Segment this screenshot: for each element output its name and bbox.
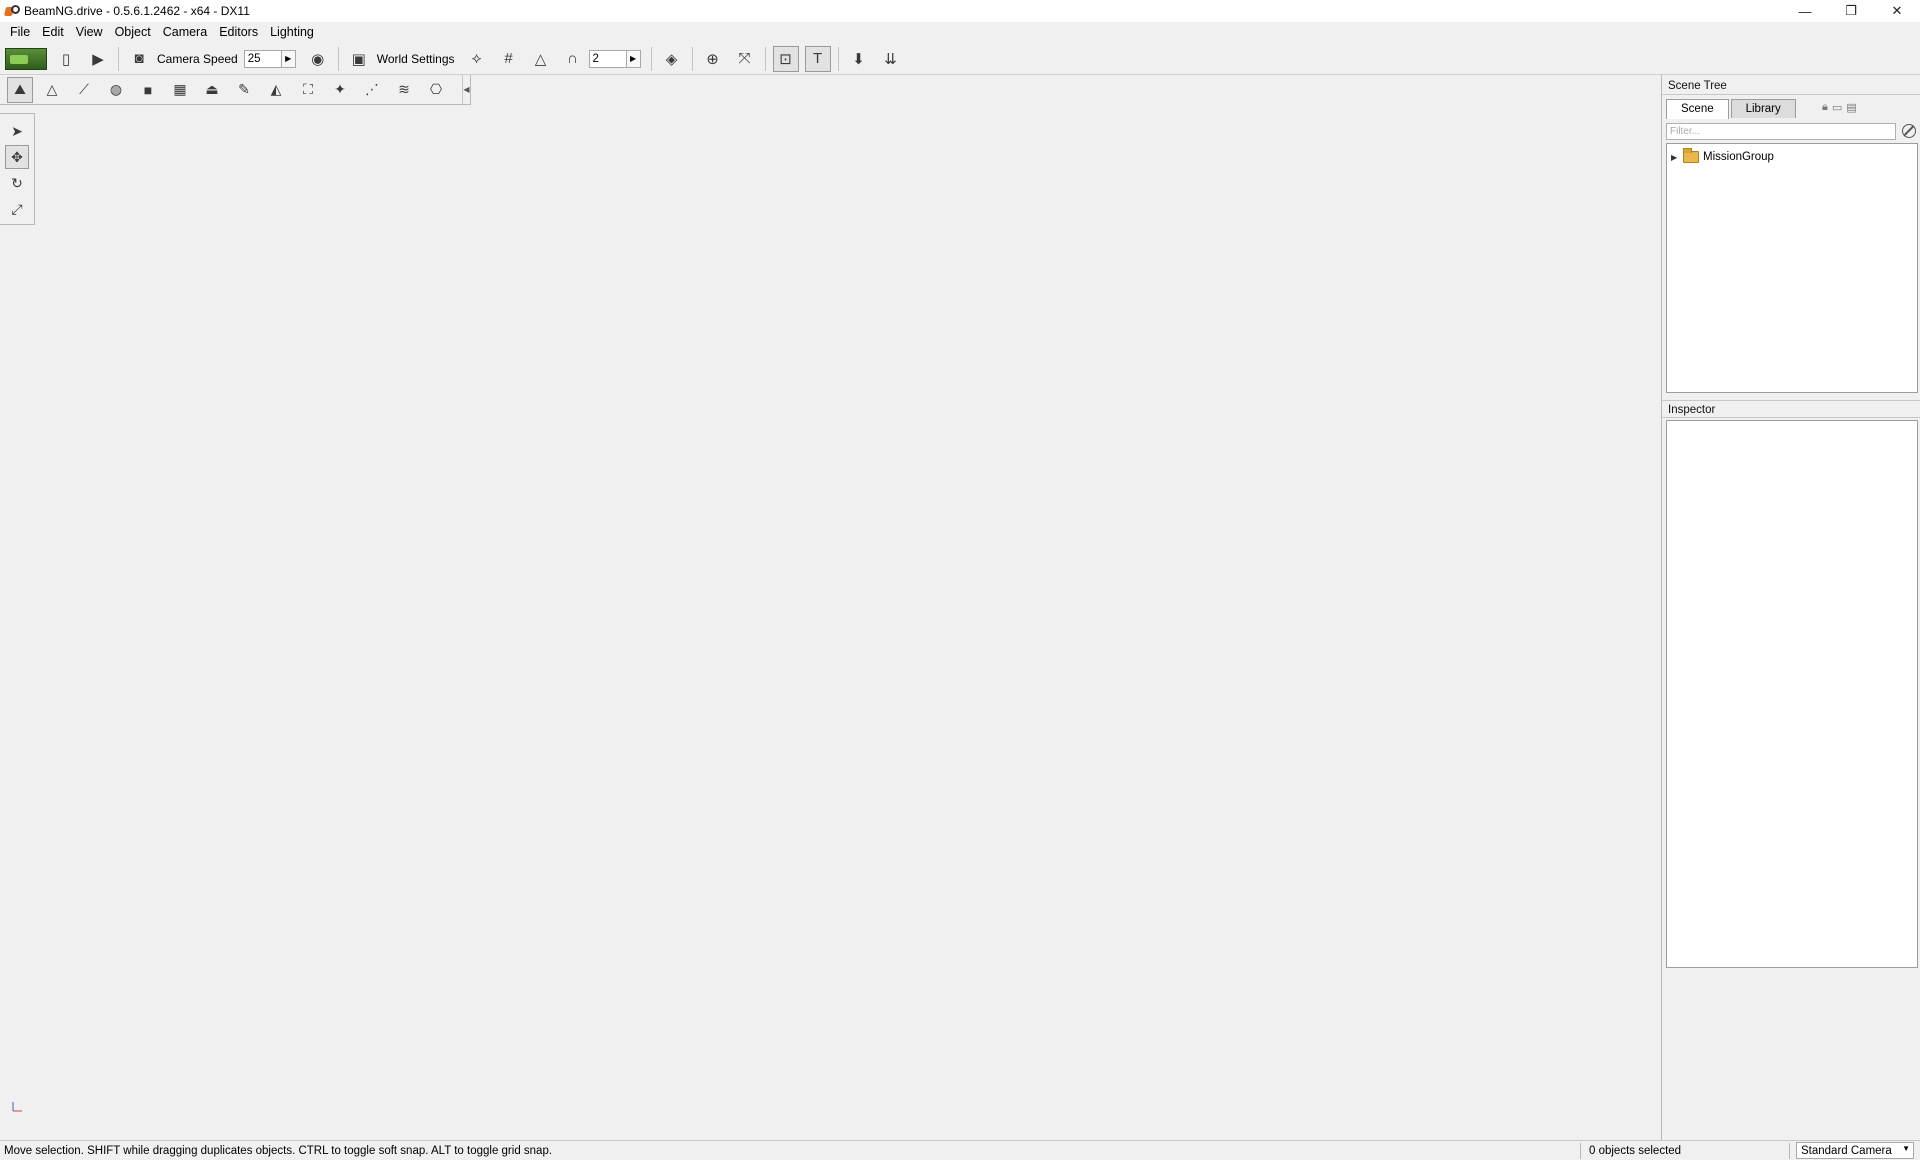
- new-folder-icon[interactable]: ▭: [1832, 101, 1842, 114]
- minimize-button[interactable]: —: [1782, 0, 1828, 22]
- inspector-panel: [1666, 420, 1918, 968]
- select-box-icon[interactable]: ⊡: [772, 45, 799, 72]
- mission-area-editor-icon[interactable]: ⛶: [295, 77, 321, 103]
- datablock-editor-icon[interactable]: ▦: [167, 77, 193, 103]
- road-editor-icon[interactable]: ⋰: [359, 77, 385, 103]
- right-panel: Scene Tree Scene Library 🔒︎ ▭ ▤ Filter..…: [1661, 75, 1920, 1140]
- object-axis-icon[interactable]: ⤧: [732, 46, 758, 72]
- title-bar: BeamNG.drive - 0.5.6.1.2462 - x64 - DX11…: [0, 0, 1920, 22]
- restore-button[interactable]: ❐: [1828, 0, 1874, 22]
- magnet-icon[interactable]: ∩: [560, 46, 586, 72]
- visibility-eye-icon[interactable]: ◉: [305, 46, 331, 72]
- grid-size-input[interactable]: 2: [588, 49, 627, 68]
- menu-lighting[interactable]: Lighting: [264, 22, 320, 43]
- grid-snap-icon[interactable]: #: [496, 46, 522, 72]
- chevron-down-icon: ▼: [1902, 1144, 1910, 1153]
- expand-arrow-icon[interactable]: ▶: [1671, 153, 1681, 162]
- world-settings-button[interactable]: World Settings: [377, 52, 455, 66]
- object-bounds-icon[interactable]: ◈: [659, 46, 685, 72]
- 3d-viewport[interactable]: Window Snip: [0, 75, 1661, 1140]
- toolbar-divider: [764, 46, 766, 71]
- menu-file[interactable]: File: [4, 22, 36, 43]
- tree-item-missiongroup[interactable]: ▶ MissionGroup: [1667, 148, 1917, 166]
- axis-gizmo-icon: [12, 1102, 22, 1112]
- toolbar-divider: [691, 46, 693, 71]
- save-mission-icon[interactable]: ▯: [53, 46, 79, 72]
- menu-edit[interactable]: Edit: [36, 22, 70, 43]
- shape-editor-icon[interactable]: ⎔: [423, 77, 449, 103]
- scene-tree-actions: 🔒︎ ▭ ▤: [1822, 101, 1857, 114]
- beamng-app-icon: [4, 4, 20, 18]
- terrain-scene: [0, 208, 1661, 1140]
- window-controls: — ❐ ✕: [1782, 0, 1920, 22]
- toolbar-divider: [650, 46, 652, 71]
- menu-bar: File Edit View Object Camera Editors Lig…: [0, 22, 1920, 43]
- camera-speed-input[interactable]: 25: [243, 49, 282, 68]
- grid-size-arrow[interactable]: ▶: [626, 49, 641, 68]
- play-game-button[interactable]: [5, 47, 47, 70]
- collapse-toolbar-arrow[interactable]: ◀: [462, 74, 470, 105]
- terrain-snap-icon[interactable]: △: [528, 46, 554, 72]
- tab-library[interactable]: Library: [1730, 99, 1796, 118]
- clear-filter-icon[interactable]: [1902, 124, 1916, 138]
- scene-tree-tabs: Scene Library: [1666, 99, 1798, 119]
- window-title: BeamNG.drive - 0.5.6.1.2462 - x64 - DX11: [24, 4, 250, 18]
- folder-icon: [1683, 148, 1699, 163]
- tab-scene[interactable]: Scene: [1666, 99, 1729, 119]
- vehicle[interactable]: [1181, 494, 1251, 522]
- rotate-gizmo-icon[interactable]: ↻: [5, 171, 29, 195]
- menu-view[interactable]: View: [70, 22, 109, 43]
- menu-editors[interactable]: Editors: [213, 22, 264, 43]
- status-divider: [1789, 1142, 1790, 1159]
- drop-at-camera-icon[interactable]: ⇊: [878, 46, 904, 72]
- tree-item-label: MissionGroup: [1703, 151, 1774, 163]
- camera-speed-label: Camera Speed: [157, 51, 238, 66]
- scene-tree-list: ▶ MissionGroup: [1666, 143, 1918, 393]
- scale-gizmo-icon[interactable]: ⤢: [5, 197, 29, 221]
- screenshot-icon[interactable]: ▣: [346, 46, 372, 72]
- play-icon[interactable]: ▶: [85, 46, 111, 72]
- close-button[interactable]: ✕: [1874, 0, 1920, 22]
- sketch-tool-icon[interactable]: ■: [135, 77, 161, 103]
- camera-speed-arrow[interactable]: ▶: [281, 49, 296, 68]
- forest-editor-icon[interactable]: ✎: [231, 77, 257, 103]
- gizmo-palette: ➤ ✥ ↻ ⤢: [0, 113, 35, 225]
- editor-tools-bar: ⛰ △ ⟋ ◍ ■ ▦ ⏏ ✎ ◭ ⛶ ✦ ⋰ ≋ ⎔ ◀: [0, 74, 471, 105]
- decal-editor-icon[interactable]: ⏏: [199, 77, 225, 103]
- terrain-editor-icon[interactable]: △: [39, 77, 65, 103]
- camera-icon[interactable]: ◙: [126, 46, 152, 72]
- status-message: Move selection. SHIFT while dragging dup…: [4, 1144, 553, 1157]
- select-arrow-icon[interactable]: ➤: [5, 119, 29, 143]
- material-editor-icon[interactable]: ◍: [103, 77, 129, 103]
- scene-tree-title: Scene Tree: [1662, 77, 1920, 95]
- object-editor-icon[interactable]: ⛰: [7, 76, 33, 103]
- snap-icon[interactable]: ⟡: [464, 46, 490, 72]
- mesh-road-editor-icon[interactable]: ◭: [263, 77, 289, 103]
- camera-mode-value: Standard Camera: [1801, 1144, 1892, 1157]
- selected-count: 0 objects selected: [1589, 1144, 1682, 1157]
- delete-icon[interactable]: ▤: [1846, 101, 1856, 114]
- terrain-painter-icon[interactable]: ⟋: [71, 77, 97, 103]
- scene-filter-input[interactable]: Filter...: [1666, 123, 1896, 140]
- status-bar: Move selection. SHIFT while dragging dup…: [0, 1140, 1920, 1160]
- toolbar-divider: [118, 46, 119, 71]
- menu-camera[interactable]: Camera: [157, 22, 213, 43]
- main-toolbar: ▯ ▶ ◙ Camera Speed 25 ▶ ◉ ▣ World Settin…: [0, 43, 1920, 75]
- lock-icon[interactable]: 🔒︎: [1822, 101, 1828, 114]
- move-gizmo-icon[interactable]: ✥: [5, 145, 29, 169]
- menu-object[interactable]: Object: [109, 22, 157, 43]
- toolbar-divider: [837, 46, 839, 71]
- tree: [1255, 435, 1630, 766]
- drop-object-icon[interactable]: ⬇: [846, 46, 872, 72]
- text-label-icon[interactable]: T: [804, 45, 831, 72]
- world-axis-icon[interactable]: ⊕: [700, 46, 726, 72]
- camera-mode-select[interactable]: Standard Camera ▼: [1796, 1142, 1914, 1159]
- window-snip-overlay: Window Snip: [822, 307, 992, 327]
- river-editor-icon[interactable]: ≋: [391, 77, 417, 103]
- particle-editor-icon[interactable]: ✦: [327, 77, 353, 103]
- toolbar-divider: [337, 46, 339, 71]
- inspector-title: Inspector: [1662, 400, 1920, 418]
